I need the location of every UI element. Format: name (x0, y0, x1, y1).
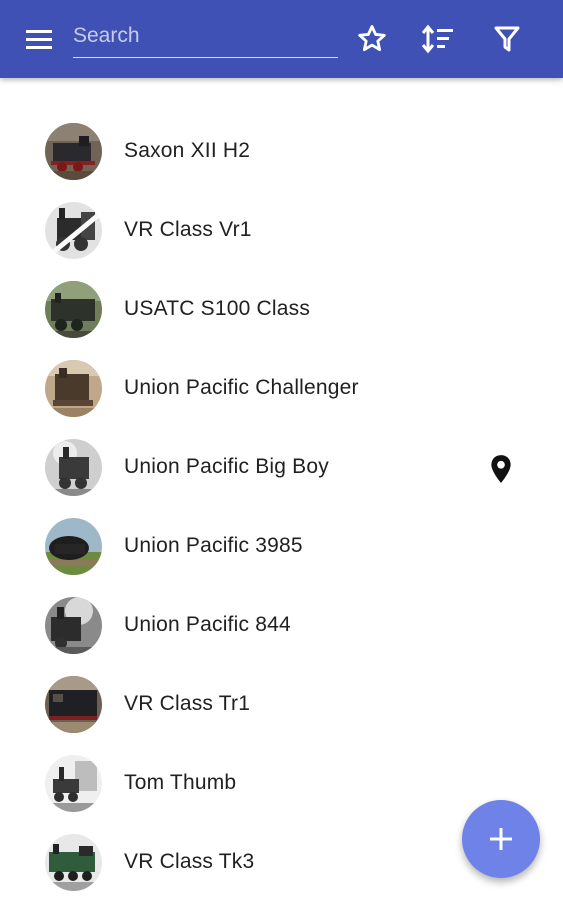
app-bar (0, 0, 563, 78)
item-label: Union Pacific 844 (124, 613, 291, 636)
star-outline-icon (358, 25, 386, 52)
sort-button[interactable] (421, 22, 455, 56)
list-item[interactable]: VR Class Vr1 (0, 191, 563, 270)
item-label: VR Class Vr1 (124, 218, 252, 241)
item-label: Union Pacific 3985 (124, 534, 303, 557)
list-item[interactable]: USATC S100 Class (0, 270, 563, 349)
locomotive-thumbnail (45, 439, 102, 496)
item-label: Union Pacific Big Boy (124, 455, 329, 478)
locomotive-thumbnail (45, 597, 102, 654)
add-button[interactable] (462, 800, 540, 878)
locomotive-thumbnail (45, 202, 102, 259)
list-item[interactable]: VR Class Tr1 (0, 665, 563, 744)
locomotive-thumbnail (45, 834, 102, 891)
map-pin-icon (491, 455, 511, 483)
list-item[interactable]: Saxon XII H2 (0, 112, 563, 191)
locomotive-thumbnail (45, 360, 102, 417)
menu-button[interactable] (24, 26, 56, 54)
search-input[interactable] (73, 18, 338, 54)
item-label: Saxon XII H2 (124, 139, 251, 162)
plus-icon (490, 828, 512, 850)
locomotive-thumbnail (45, 755, 102, 812)
item-label: Tom Thumb (124, 771, 237, 794)
locomotive-thumbnail (45, 123, 102, 180)
list-item[interactable]: Union Pacific Big Boy (0, 428, 563, 507)
list-item[interactable]: Union Pacific 3985 (0, 507, 563, 586)
list-item[interactable]: Union Pacific 844 (0, 586, 563, 665)
filter-icon (494, 26, 520, 52)
item-label: Union Pacific Challenger (124, 376, 359, 399)
locomotive-thumbnail (45, 518, 102, 575)
filter-button[interactable] (490, 22, 524, 56)
item-label: VR Class Tr1 (124, 692, 251, 715)
list-item[interactable]: Union Pacific Challenger (0, 349, 563, 428)
item-label: USATC S100 Class (124, 297, 311, 320)
locomotive-thumbnail (45, 676, 102, 733)
map-pin-button[interactable] (488, 454, 514, 484)
sort-icon (421, 24, 453, 54)
item-label: VR Class Tk3 (124, 850, 255, 873)
locomotive-list: Saxon XII H2 VR Class Vr1 USATC S100 Cla… (0, 112, 563, 900)
favorites-button[interactable] (355, 22, 389, 56)
hamburger-menu-icon (26, 30, 52, 49)
locomotive-thumbnail (45, 281, 102, 338)
search-field (73, 18, 338, 58)
